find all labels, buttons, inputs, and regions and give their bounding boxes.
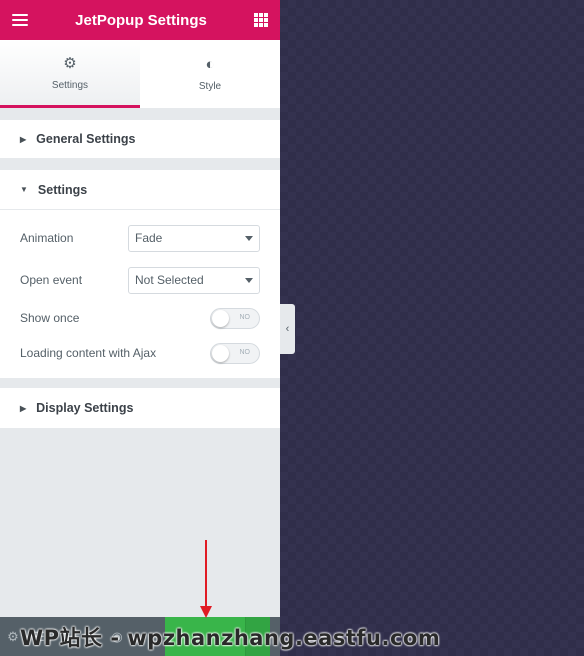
dropdown-arrow-icon (245, 277, 253, 283)
tab-settings[interactable]: ⚙ Settings (0, 40, 140, 108)
panel-header: JetPopup Settings (0, 0, 280, 40)
field-animation: Animation Fade (20, 224, 260, 252)
field-open-event: Open event Not Selected (20, 266, 260, 294)
preview-canvas (280, 0, 584, 656)
caret-down-icon: ▼ (20, 185, 28, 194)
show-once-label: Show once (20, 311, 80, 325)
settings-fields: Animation Fade Open event Not Selected S… (0, 209, 280, 378)
chevron-left-icon: ‹ (285, 323, 290, 335)
toggle-state: NO (239, 313, 251, 321)
annotation-arrow-head (200, 606, 212, 618)
toggle-state: NO (239, 348, 251, 356)
hamburger-menu-icon[interactable] (12, 14, 28, 26)
ajax-toggle[interactable]: NO (210, 342, 260, 364)
panel-tabs: ⚙ Settings ◐ Style (0, 40, 280, 108)
annotation-arrow (205, 540, 207, 610)
open-event-select[interactable]: Not Selected (128, 266, 260, 294)
section-general-settings[interactable]: ▶ General Settings (0, 120, 280, 158)
section-general-settings-label: General Settings (36, 132, 136, 146)
field-ajax: Loading content with Ajax NO (20, 342, 260, 364)
tab-settings-label: Settings (51, 80, 89, 91)
section-settings[interactable]: ▼ Settings (0, 170, 280, 209)
section-settings-label: Settings (37, 182, 88, 197)
dropdown-arrow-icon (245, 235, 253, 241)
section-display-settings-label: Display Settings (36, 401, 134, 415)
open-event-label: Open event (20, 273, 83, 287)
tab-style[interactable]: ◐ Style (140, 40, 280, 108)
open-event-value: Not Selected (135, 273, 204, 287)
animation-label: Animation (20, 231, 74, 245)
ajax-label: Loading content with Ajax (20, 346, 157, 360)
field-show-once: Show once NO (20, 307, 260, 329)
toggle-knob (212, 344, 229, 362)
animation-select[interactable]: Fade (128, 224, 260, 252)
animation-value: Fade (135, 231, 163, 245)
settings-panel: JetPopup Settings ⚙ Settings ◐ Style ▶ G… (0, 0, 280, 656)
watermark: WP站长 - wpzhanzhang.eastfu.com (20, 626, 441, 650)
panel-collapse-handle[interactable]: ‹ (280, 304, 295, 354)
section-display-settings[interactable]: ▶ Display Settings (0, 388, 280, 428)
half-circle-icon: ◐ (205, 56, 215, 73)
panel-title: JetPopup Settings (75, 11, 207, 29)
gear-icon: ⚙ (63, 55, 77, 72)
caret-right-icon: ▶ (20, 134, 27, 144)
tab-style-label: Style (198, 81, 222, 92)
toggle-knob (212, 309, 229, 327)
show-once-toggle[interactable]: NO (210, 307, 260, 329)
caret-right-icon: ▶ (20, 403, 27, 413)
widgets-grid-icon[interactable] (254, 13, 268, 27)
